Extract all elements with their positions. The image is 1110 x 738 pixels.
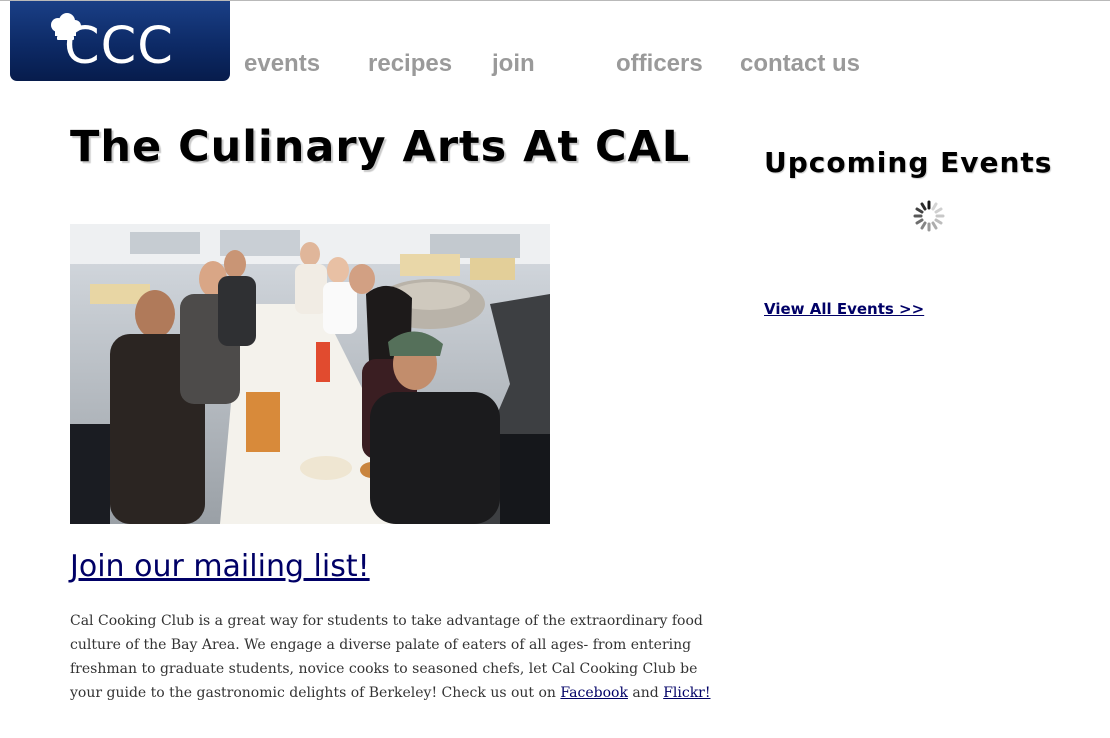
page-title: The Culinary Arts At CAL	[70, 122, 691, 172]
mailing-list-link[interactable]: Join our mailing list!	[70, 546, 370, 588]
view-all-events-link[interactable]: View All Events >>	[764, 298, 924, 320]
logo-text: CCC	[64, 17, 174, 76]
facebook-link[interactable]: Facebook	[560, 685, 628, 701]
nav-events[interactable]: events	[244, 45, 320, 83]
club-group-photo	[70, 224, 550, 524]
nav-contact-us[interactable]: contact us	[740, 45, 860, 83]
loading-spinner-icon	[913, 200, 945, 232]
intro-and-text: and	[632, 685, 659, 701]
nav-officers[interactable]: officers	[616, 45, 703, 83]
nav-recipes[interactable]: recipes	[368, 45, 452, 83]
upcoming-events-heading: Upcoming Events	[764, 146, 1053, 179]
intro-paragraph: Cal Cooking Club is a great way for stud…	[70, 609, 730, 705]
site-logo[interactable]: CCC	[10, 1, 230, 81]
nav-join[interactable]: join	[492, 45, 535, 83]
flickr-link[interactable]: Flickr!	[663, 685, 710, 701]
page: CCC events recipes join officers contact…	[0, 0, 1110, 738]
